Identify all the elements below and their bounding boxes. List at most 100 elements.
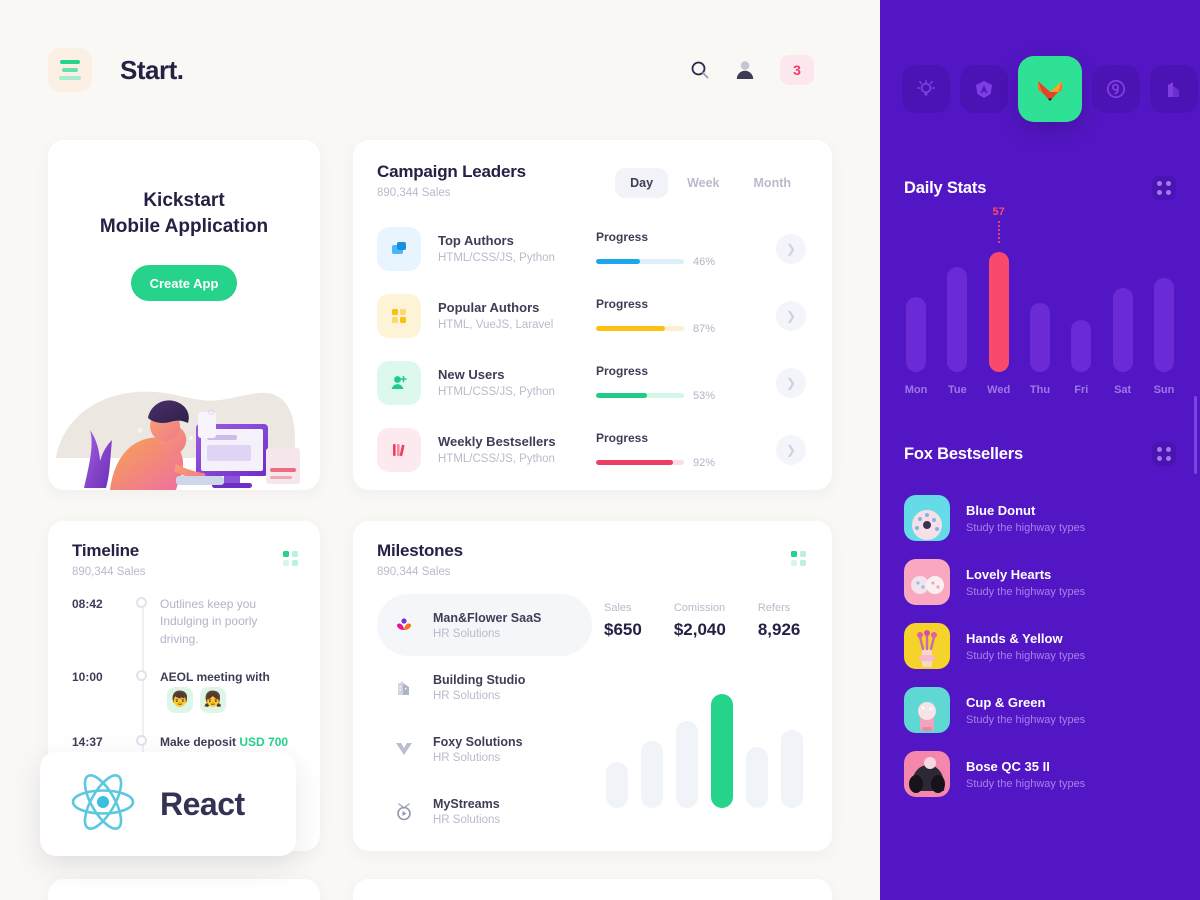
milestone-item[interactable]: Building Studio HR Solutions (377, 656, 592, 718)
progress-percent: 46% (693, 255, 716, 268)
timeline-title: Timeline (72, 541, 140, 560)
daily-stats-day-label: Mon (904, 384, 928, 396)
stat-value: 8,926 (757, 620, 801, 639)
bestsellers-list: Blue Donut Study the highway types Lovely … (880, 486, 1200, 806)
milestone-item[interactable]: Foxy Solutions HR Solutions (377, 718, 592, 780)
milestones-bar (711, 694, 733, 808)
campaign-row-name: Weekly Bestsellers (438, 434, 556, 449)
milestone-name: Foxy Solutions (433, 734, 523, 749)
milestone-item[interactable]: MyStreams HR Solutions (377, 780, 592, 842)
daily-stats-bar (947, 267, 968, 372)
dot-grid-icon[interactable] (1152, 176, 1176, 200)
campaign-row-name: New Users (438, 367, 505, 382)
gitlab-fox-icon[interactable] (1018, 56, 1082, 122)
brand-title: Start. (120, 54, 184, 85)
milestone-meta: MyStreams HR Solutions (433, 797, 500, 826)
create-app-button[interactable]: Create App (131, 265, 237, 302)
tab-month[interactable]: Month (739, 168, 806, 198)
kickstart-title-line2: Mobile Application (99, 216, 269, 238)
milestones-body: Man&Flower SaaS HR Solutions Building St… (377, 594, 806, 842)
daily-stats-day-label: Wed (987, 384, 1011, 396)
chevron-right-icon[interactable]: ❯ (776, 233, 806, 264)
campaign-row[interactable]: Popular Authors HTML, VueJS, Laravel Pro… (377, 282, 806, 349)
notification-badge[interactable]: 3 (780, 55, 814, 85)
main-content: Start. 3 Kickstart Mobile Application Cr… (0, 0, 880, 900)
bestseller-item[interactable]: Blue Donut Study the highway types (880, 486, 1200, 550)
chevron-right-icon[interactable]: ❯ (776, 300, 806, 331)
bestseller-sub: Study the highway types (966, 713, 1086, 726)
search-icon[interactable] (690, 60, 710, 80)
timeline-item: 10:00 AEOL meeting with 👦 👧 (72, 669, 298, 713)
daily-stats-day-label: Sat (1114, 384, 1132, 396)
dot-grid-icon[interactable] (1152, 442, 1176, 466)
bestseller-thumbnail (904, 495, 950, 541)
bestseller-item[interactable]: Bose QC 35 II Study the highway types (880, 742, 1200, 806)
campaign-row-desc: HTML/CSS/JS, Python (438, 453, 555, 465)
progress-percent: 92% (693, 456, 716, 469)
timeline-text: Outlines keep you Indulging in poorly dr… (160, 597, 258, 646)
campaign-row-meta: New Users HTML/CSS/JS, Python (438, 367, 596, 398)
daily-stats-section: Daily Stats 57 Mon Tue Wed Thu Fri Sat Sun (880, 176, 1200, 396)
bestseller-item[interactable]: Lovely Hearts Study the highway types (880, 550, 1200, 614)
timeline-dot (136, 734, 147, 746)
progress-fill (596, 326, 665, 331)
bestseller-name: Hands & Yellow (966, 630, 1063, 646)
timeline-subtitle: 890,344 Sales (72, 566, 146, 578)
user-avatar-icon[interactable] (734, 59, 756, 81)
daily-stats-bar-chart: 57 (906, 206, 1174, 372)
bestseller-sub: Study the highway types (966, 585, 1086, 598)
progress-label: Progress (596, 229, 649, 244)
milestones-card: Milestones 890,344 Sales Man&Flower SaaS (353, 521, 832, 851)
daily-stats-peak-stem (997, 221, 1000, 243)
dot-grid-icon[interactable] (283, 541, 298, 566)
campaign-period-tabs: Day Week Month (615, 162, 806, 198)
campaign-row-progress: Progress 53% (596, 364, 732, 402)
campaign-header: Campaign Leaders 890,344 Sales Day Week … (377, 162, 806, 199)
chevron-right-icon[interactable]: ❯ (776, 434, 806, 465)
milestones-header: Milestones 890,344 Sales (377, 541, 806, 578)
kickstart-title-line1: Kickstart (143, 190, 225, 211)
angular-arrow-icon[interactable] (960, 65, 1008, 113)
react-floating-card[interactable]: React (40, 752, 296, 856)
campaign-row-progress: Progress 87% (596, 297, 732, 335)
timeline-header: Timeline 890,344 Sales (72, 541, 298, 578)
number-nine-circle-icon[interactable] (1092, 65, 1140, 113)
sidebar-scrollbar[interactable] (1194, 396, 1197, 474)
milestone-name: Man&Flower SaaS (433, 610, 542, 625)
campaign-row[interactable]: Weekly Bestsellers HTML/CSS/JS, Python P… (377, 416, 806, 483)
timeline-text-pre: Make deposit (160, 734, 240, 749)
bestseller-sub: Study the highway types (966, 649, 1086, 662)
bestseller-sub: Study the highway types (966, 777, 1086, 790)
campaign-row-desc: HTML/CSS/JS, Python (438, 386, 555, 398)
bestseller-meta: Lovely Hearts Study the highway types (966, 567, 1085, 598)
tab-week[interactable]: Week (672, 168, 734, 198)
window-stack-icon (377, 226, 421, 271)
building-icon[interactable] (1150, 65, 1198, 113)
milestone-item[interactable]: Man&Flower SaaS HR Solutions (377, 594, 592, 656)
bestseller-name: Bose QC 35 II (966, 758, 1050, 774)
timeline-text: AEOL meeting with 👦 👧 (160, 669, 298, 713)
lightbulb-icon[interactable] (902, 65, 950, 113)
milestone-sub: HR Solutions (433, 751, 501, 764)
campaign-row[interactable]: Top Authors HTML/CSS/JS, Python Progress… (377, 215, 806, 282)
milestone-sub: HR Solutions (433, 689, 501, 702)
bestseller-item[interactable]: Hands & Yellow Study the highway types (880, 614, 1200, 678)
campaign-row[interactable]: New Users HTML/CSS/JS, Python Progress 5… (377, 349, 806, 416)
timeline-time: 14:37 (72, 734, 103, 749)
milestones-detail: Sales $650 Comission $2,040 Refers 8,926 (592, 594, 806, 842)
bestseller-item[interactable]: Cup & Green Study the highway types (880, 678, 1200, 742)
chevron-right-icon[interactable]: ❯ (776, 367, 806, 398)
milestones-subtitle: 890,344 Sales (377, 566, 451, 578)
milestone-meta: Building Studio HR Solutions (433, 673, 525, 702)
campaign-subtitle: 890,344 Sales (377, 187, 451, 199)
right-sidebar: Daily Stats 57 Mon Tue Wed Thu Fri Sat Sun Fox… (880, 0, 1200, 900)
daily-stats-bar (1071, 320, 1092, 372)
timeline-text-label: AEOL meeting with (160, 670, 270, 685)
stat-sales: Sales $650 (604, 602, 642, 640)
hamburger-menu-icon[interactable] (48, 48, 92, 92)
react-atom-logo-icon (68, 767, 138, 842)
tab-day[interactable]: Day (615, 168, 669, 198)
progress-track (596, 326, 684, 331)
dot-grid-icon[interactable] (791, 541, 806, 566)
milestone-meta: Man&Flower SaaS HR Solutions (433, 611, 541, 640)
